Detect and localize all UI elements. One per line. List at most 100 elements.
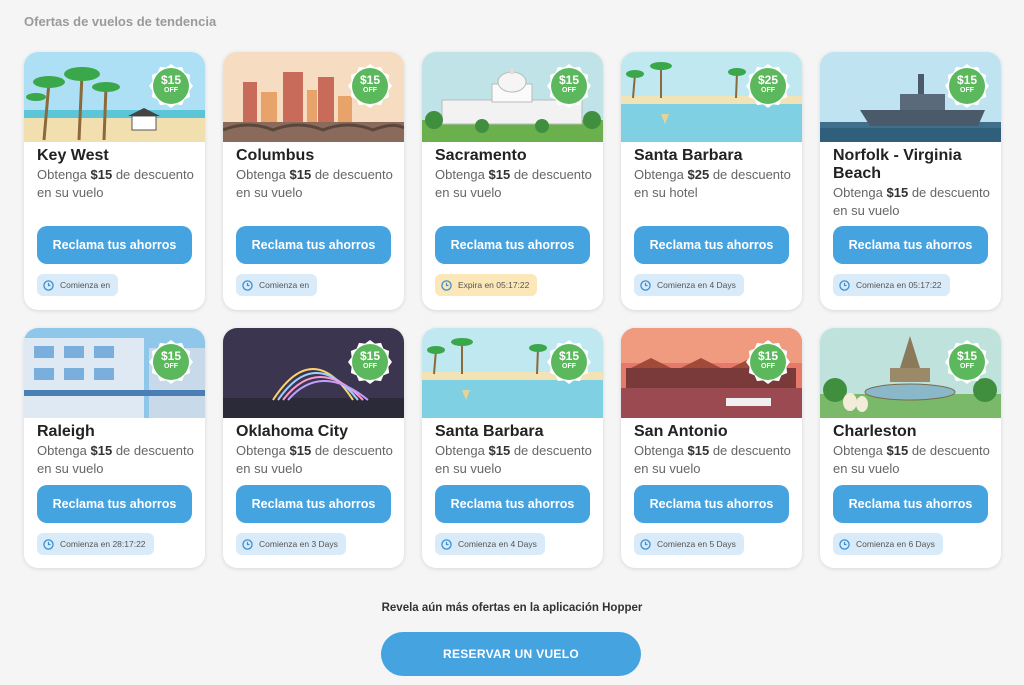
- city-name: Oklahoma City: [236, 423, 349, 440]
- clock-icon: [242, 538, 253, 550]
- claim-savings-button[interactable]: Reclama tus ahorros: [435, 485, 590, 523]
- destination-image: $15 OFF: [24, 328, 205, 418]
- clock-icon: [441, 279, 452, 291]
- discount-amount: $15: [488, 443, 511, 458]
- timer-text: Expira en 05:17:22: [458, 280, 530, 290]
- discount-badge: $25 OFF: [746, 64, 790, 108]
- deal-description: Obtenga $25 de descuento en su hotel: [634, 166, 794, 202]
- deal-description: Obtenga $15 de descuento en su vuelo: [37, 442, 197, 478]
- clock-icon: [242, 279, 253, 291]
- section-title: Ofertas de vuelos de tendencia: [24, 14, 217, 29]
- clock-icon: [43, 538, 54, 550]
- footer-text: Revela aún más ofertas en la aplicación …: [381, 602, 643, 614]
- city-name: Santa Barbara: [435, 423, 544, 440]
- destination-image: $15 OFF: [621, 328, 802, 418]
- deal-card[interactable]: $15 OFF Columbus Obtenga $15 de descuent…: [223, 52, 404, 310]
- claim-savings-button[interactable]: Reclama tus ahorros: [236, 485, 391, 523]
- timer-text: Comienza en 4 Days: [458, 539, 537, 549]
- destination-image: $15 OFF: [24, 52, 205, 142]
- desc-prefix: Obtenga: [37, 443, 91, 458]
- city-name: Charleston: [833, 423, 917, 440]
- destination-image: $25 OFF: [621, 52, 802, 142]
- timer-badge: Comienza en 4 Days: [634, 274, 744, 296]
- badge-off: OFF: [960, 87, 974, 94]
- timer-badge: Comienza en 5 Days: [634, 533, 744, 555]
- timer-text: Comienza en 5 Days: [657, 539, 736, 549]
- badge-amount: $15: [558, 349, 580, 363]
- destination-image: $15 OFF: [223, 52, 404, 142]
- desc-prefix: Obtenga: [435, 443, 489, 458]
- city-name: Santa Barbara: [634, 147, 743, 164]
- claim-savings-button[interactable]: Reclama tus ahorros: [634, 485, 789, 523]
- book-flight-button[interactable]: RESERVAR UN VUELO: [381, 632, 641, 676]
- desc-prefix: Obtenga: [833, 185, 887, 200]
- deal-card[interactable]: $15 OFF Norfolk - Virginia Beach Obtenga…: [820, 52, 1001, 310]
- badge-off: OFF: [761, 363, 775, 370]
- deal-card[interactable]: $15 OFF Key West Obtenga $15 de descuent…: [24, 52, 205, 310]
- claim-savings-button[interactable]: Reclama tus ahorros: [236, 226, 391, 264]
- claim-savings-button[interactable]: Reclama tus ahorros: [37, 485, 192, 523]
- deal-card[interactable]: $15 OFF Oklahoma City Obtenga $15 de des…: [223, 328, 404, 568]
- city-name: Key West: [37, 147, 109, 164]
- deal-description: Obtenga $15 de descuento en su vuelo: [435, 166, 595, 202]
- badge-off: OFF: [164, 87, 178, 94]
- desc-prefix: Obtenga: [435, 167, 489, 182]
- destination-image: $15 OFF: [422, 328, 603, 418]
- badge-off: OFF: [960, 363, 974, 370]
- deals-grid: $15 OFF Key West Obtenga $15 de descuent…: [24, 52, 1001, 568]
- claim-savings-button[interactable]: Reclama tus ahorros: [634, 226, 789, 264]
- claim-savings-button[interactable]: Reclama tus ahorros: [435, 226, 590, 264]
- claim-savings-button[interactable]: Reclama tus ahorros: [833, 226, 988, 264]
- deal-card[interactable]: $15 OFF Raleigh Obtenga $15 de descuento…: [24, 328, 205, 568]
- badge-off: OFF: [363, 87, 377, 94]
- clock-icon: [441, 538, 452, 550]
- timer-text: Comienza en 05:17:22: [856, 280, 942, 290]
- discount-badge: $15 OFF: [348, 340, 392, 384]
- deal-description: Obtenga $15 de descuento en su vuelo: [833, 184, 993, 220]
- timer-badge: Expira en 05:17:22: [435, 274, 538, 296]
- badge-amount: $15: [956, 73, 978, 87]
- badge-amount: $15: [757, 349, 779, 363]
- badge-off: OFF: [562, 87, 576, 94]
- clock-icon: [839, 538, 850, 550]
- city-name: San Antonio: [634, 423, 728, 440]
- timer-text: Comienza en: [259, 280, 310, 290]
- deal-description: Obtenga $15 de descuento en su vuelo: [833, 442, 993, 478]
- discount-amount: $15: [886, 185, 909, 200]
- deal-card[interactable]: $15 OFF Charleston Obtenga $15 de descue…: [820, 328, 1001, 568]
- timer-badge: Comienza en 3 Days: [236, 533, 346, 555]
- discount-badge: $15 OFF: [547, 64, 591, 108]
- badge-amount: $15: [558, 73, 580, 87]
- desc-prefix: Obtenga: [634, 443, 688, 458]
- deal-card[interactable]: $15 OFF San Antonio Obtenga $15 de descu…: [621, 328, 802, 568]
- discount-amount: $15: [90, 443, 113, 458]
- deal-card[interactable]: $15 OFF Santa Barbara Obtenga $15 de des…: [422, 328, 603, 568]
- discount-badge: $15 OFF: [149, 340, 193, 384]
- city-name: Norfolk - Virginia Beach: [833, 147, 962, 182]
- city-name: Columbus: [236, 147, 315, 164]
- badge-off: OFF: [363, 363, 377, 370]
- claim-savings-button[interactable]: Reclama tus ahorros: [37, 226, 192, 264]
- discount-amount: $15: [488, 167, 511, 182]
- timer-text: Comienza en 28:17:22: [60, 539, 146, 549]
- timer-badge: Comienza en: [236, 274, 318, 296]
- desc-prefix: Obtenga: [236, 167, 290, 182]
- discount-badge: $15 OFF: [547, 340, 591, 384]
- badge-off: OFF: [164, 363, 178, 370]
- claim-savings-button[interactable]: Reclama tus ahorros: [833, 485, 988, 523]
- deal-description: Obtenga $15 de descuento en su vuelo: [236, 442, 396, 478]
- clock-icon: [43, 279, 54, 291]
- timer-badge: Comienza en: [37, 274, 119, 296]
- discount-amount: $15: [289, 167, 312, 182]
- badge-amount: $15: [359, 73, 381, 87]
- badge-amount: $15: [160, 349, 182, 363]
- discount-amount: $15: [289, 443, 312, 458]
- discount-badge: $15 OFF: [746, 340, 790, 384]
- deal-card[interactable]: $25 OFF Santa Barbara Obtenga $25 de des…: [621, 52, 802, 310]
- destination-image: $15 OFF: [223, 328, 404, 418]
- deal-description: Obtenga $15 de descuento en su vuelo: [236, 166, 396, 202]
- discount-badge: $15 OFF: [945, 64, 989, 108]
- city-name: Sacramento: [435, 147, 527, 164]
- deal-card[interactable]: $15 OFF Sacramento Obtenga $15 de descue…: [422, 52, 603, 310]
- desc-prefix: Obtenga: [634, 167, 688, 182]
